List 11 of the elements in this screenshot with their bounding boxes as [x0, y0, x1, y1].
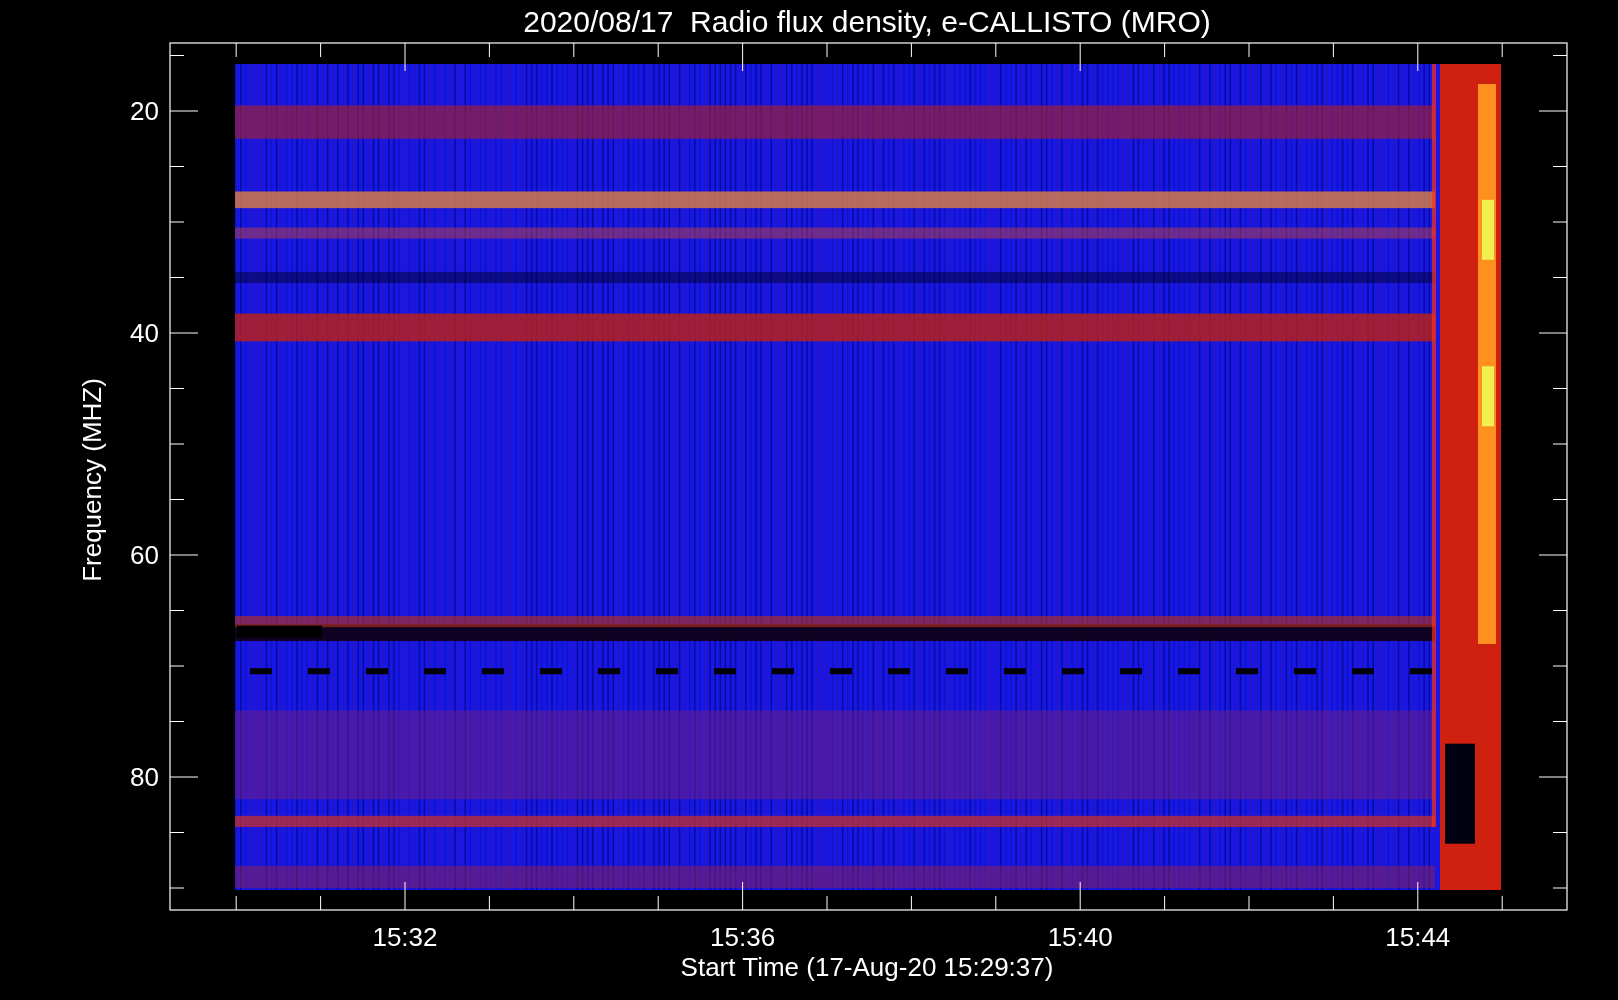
x-tick-label: 15:32 [372, 922, 438, 952]
y-tick-label: 40 [130, 318, 159, 348]
y-tick-label: 80 [130, 762, 159, 792]
y-axis-label: Frequency (MHZ) [77, 378, 107, 582]
x-tick-label: 15:40 [1047, 922, 1113, 952]
y-tick-label: 20 [130, 96, 159, 126]
x-axis-label: Start Time (17-Aug-20 15:29:37) [680, 952, 1054, 982]
y-tick-label: 60 [130, 540, 159, 570]
x-tick-label: 15:36 [710, 922, 776, 952]
x-tick-label: 15:44 [1385, 922, 1451, 952]
chart-title: 2020/08/17 Radio flux density, e-CALLISTO (MRO) [523, 5, 1211, 38]
